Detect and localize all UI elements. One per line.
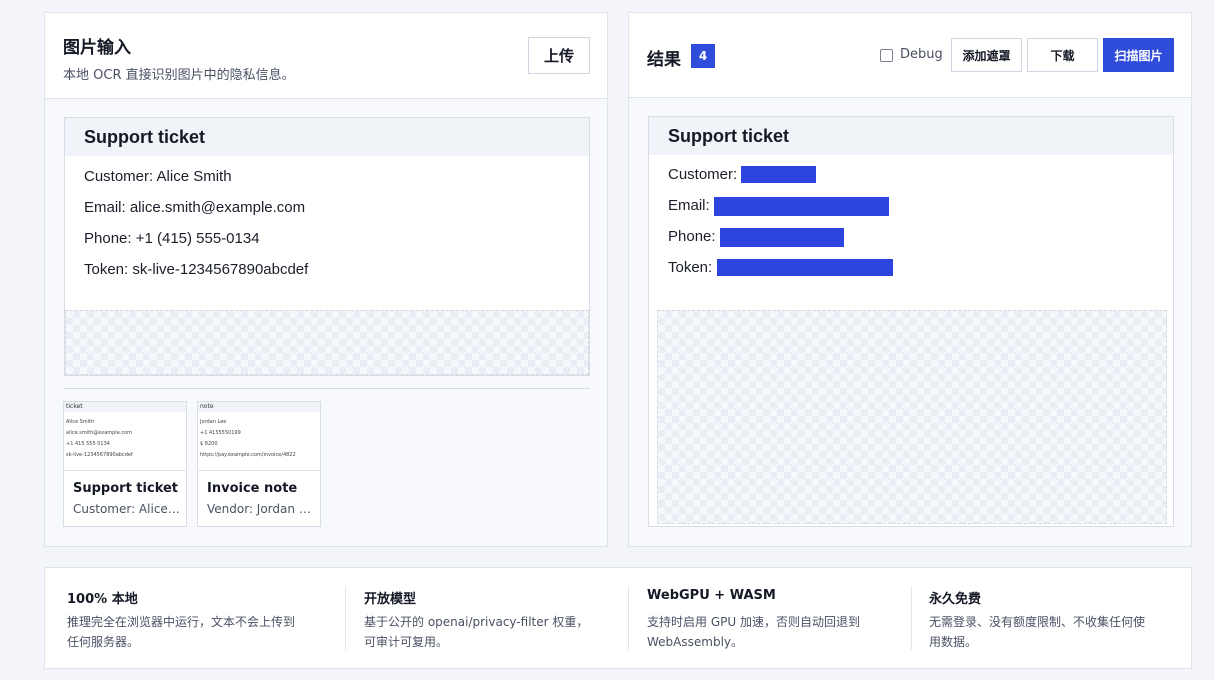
doc-label-customer: Customer: <box>668 166 738 183</box>
image-input-subtitle: 本地 OCR 直接识别图片中的隐私信息。 <box>63 68 295 83</box>
feature-desc-line: 任何服务器。 <box>67 635 140 649</box>
thumb-line: sk-live-1234567890abcdef <box>66 452 133 458</box>
doc-title: Support ticket <box>84 127 206 147</box>
sample-card-support-ticket[interactable]: ticket Alice Smith alice.smith@example.c… <box>63 401 187 527</box>
input-image-preview: Support ticket Customer: Alice Smith Ema… <box>64 117 590 376</box>
result-count-badge: 4 <box>691 44 715 68</box>
doc-title: Support ticket <box>668 126 790 146</box>
sample-thumbnail: ticket Alice Smith alice.smith@example.c… <box>64 402 186 471</box>
feature-title: 永久免费 <box>929 592 982 607</box>
doc-label-token: Token: <box>668 259 713 276</box>
feature-desc-line: WebAssembly。 <box>647 635 744 649</box>
image-input-title: 图片输入 <box>63 38 131 58</box>
thumb-line: alice.smith@example.com <box>66 430 133 436</box>
sample-subtitle: Vendor: Jordan Lee <box>207 502 315 516</box>
feature-desc-line: 推理完全在浏览器中运行，文本不会上传到 <box>67 615 296 629</box>
feature-desc-line: 可审计可复用。 <box>364 635 449 649</box>
doc-line-email: Email: alice.smith@example.com <box>84 199 306 216</box>
feature-webgpu: WebGPU + WASM 支持时启用 GPU 加速，否则自动回退到 WebAs… <box>647 568 909 668</box>
transparent-area <box>65 310 589 375</box>
doc-line-phone: Phone: +1 (415) 555-0134 <box>84 230 260 247</box>
result-panel: 结果 4 Debug 添加遮罩 下载 扫描图片 Support ticket C… <box>628 12 1192 547</box>
feature-separator <box>911 586 912 650</box>
feature-desc-line: 基于公开的 openai/privacy-filter 权重， <box>364 615 589 629</box>
thumb-title-text: ticket <box>66 403 83 410</box>
feature-desc-line: 无需登录、没有额度限制、不收集任何使 <box>929 615 1146 629</box>
upload-button[interactable]: 上传 <box>528 37 590 74</box>
transparent-area <box>657 310 1167 524</box>
feature-title: WebGPU + WASM <box>647 588 776 603</box>
thumb-line: https://pay.example.com/invoice/4822 <box>200 452 296 458</box>
thumb-title-text: note <box>200 403 214 410</box>
redaction-mask-phone[interactable] <box>720 228 844 247</box>
add-mask-button[interactable]: 添加遮罩 <box>951 38 1022 72</box>
sample-title: Invoice note <box>207 481 298 496</box>
result-title: 结果 <box>647 50 681 70</box>
sample-thumbnail: note Jordan Lee +1 4155550199 $ 8200 htt… <box>198 402 320 471</box>
thumb-line: +1 4155550199 <box>200 430 241 436</box>
feature-desc: 基于公开的 openai/privacy-filter 权重， 可审计可复用。 <box>364 612 588 652</box>
feature-desc-line: 用数据。 <box>929 635 978 649</box>
sample-card-invoice-note[interactable]: note Jordan Lee +1 4155550199 $ 8200 htt… <box>197 401 321 527</box>
redaction-mask-email[interactable] <box>714 197 889 216</box>
feature-desc: 推理完全在浏览器中运行，文本不会上传到 任何服务器。 <box>67 612 295 652</box>
image-input-panel: 图片输入 本地 OCR 直接识别图片中的隐私信息。 上传 Support tic… <box>44 12 608 547</box>
debug-checkbox[interactable] <box>880 49 893 62</box>
image-input-header: 图片输入 本地 OCR 直接识别图片中的隐私信息。 上传 <box>45 13 607 99</box>
redaction-mask-token[interactable] <box>717 259 893 276</box>
result-image-preview: Support ticket Customer: Email: Phone: T… <box>648 116 1174 527</box>
thumb-line: Jordan Lee <box>200 419 227 425</box>
feature-desc-line: 支持时启用 GPU 加速，否则自动回退到 <box>647 615 860 629</box>
debug-label[interactable]: Debug <box>900 47 943 62</box>
doc-label-phone: Phone: <box>668 228 716 245</box>
doc-line-token: Token: sk-live-1234567890abcdef <box>84 261 309 278</box>
feature-local: 100% 本地 推理完全在浏览器中运行，文本不会上传到 任何服务器。 <box>67 568 347 668</box>
feature-desc: 无需登录、没有额度限制、不收集任何使 用数据。 <box>929 612 1145 652</box>
result-header: 结果 4 Debug 添加遮罩 下载 扫描图片 <box>629 13 1191 98</box>
feature-separator <box>628 586 629 650</box>
doc-label-email: Email: <box>668 197 710 214</box>
sample-title: Support ticket <box>73 481 179 496</box>
scan-image-button[interactable]: 扫描图片 <box>1103 38 1174 72</box>
download-button[interactable]: 下载 <box>1027 38 1098 72</box>
thumb-line: $ 8200 <box>200 441 218 447</box>
feature-title: 开放模型 <box>364 592 417 607</box>
divider <box>64 388 590 389</box>
doc-line-customer: Customer: Alice Smith <box>84 168 232 185</box>
thumb-line: +1 415 555 0134 <box>66 441 110 447</box>
feature-free: 永久免费 无需登录、没有额度限制、不收集任何使 用数据。 <box>929 568 1179 668</box>
thumb-line: Alice Smith <box>66 419 95 425</box>
feature-desc: 支持时启用 GPU 加速，否则自动回退到 WebAssembly。 <box>647 612 860 652</box>
feature-open-model: 开放模型 基于公开的 openai/privacy-filter 权重， 可审计… <box>364 568 626 668</box>
sample-subtitle: Customer: Alice Smith <box>73 502 181 516</box>
feature-separator <box>345 586 346 650</box>
features-strip: 100% 本地 推理完全在浏览器中运行，文本不会上传到 任何服务器。 开放模型 … <box>44 567 1192 669</box>
redaction-mask-name[interactable] <box>741 166 816 183</box>
feature-title: 100% 本地 <box>67 592 138 607</box>
